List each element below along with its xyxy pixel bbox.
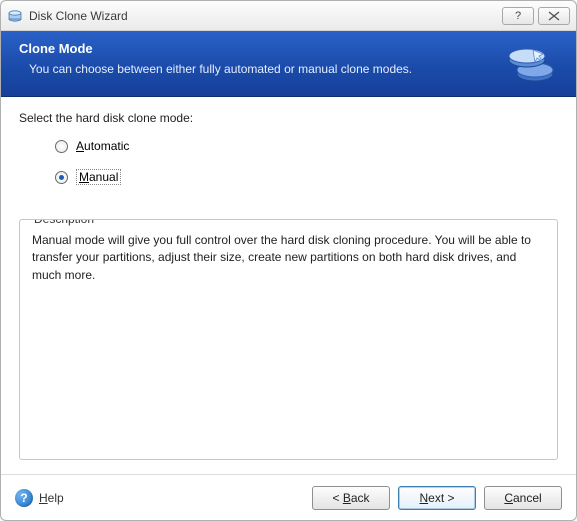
- banner-text: Clone Mode You can choose between either…: [19, 41, 502, 88]
- description-text: Manual mode will give you full control o…: [32, 232, 545, 284]
- wizard-window: Disk Clone Wizard ? Clone Mode You can c…: [0, 0, 577, 521]
- help-label: Help: [39, 491, 64, 505]
- titlebar: Disk Clone Wizard ?: [1, 1, 576, 31]
- banner-title: Clone Mode: [19, 41, 502, 56]
- back-button[interactable]: < Back: [312, 486, 390, 510]
- banner-subtitle: You can choose between either fully auto…: [29, 62, 502, 76]
- clone-mode-options: Automatic Manual: [55, 139, 558, 201]
- option-manual-label: Manual: [76, 169, 121, 185]
- body: Select the hard disk clone mode: Automat…: [1, 97, 576, 474]
- help-link[interactable]: ? Help: [15, 489, 64, 507]
- radio-manual[interactable]: [55, 171, 68, 184]
- app-icon: [7, 8, 23, 24]
- radio-automatic[interactable]: [55, 140, 68, 153]
- titlebar-close-button[interactable]: [538, 7, 570, 25]
- description-legend: Description: [30, 219, 98, 226]
- description-group: Description Manual mode will give you fu…: [19, 219, 558, 460]
- disk-clone-icon: [502, 41, 560, 88]
- option-automatic-label: Automatic: [76, 139, 129, 153]
- cancel-button[interactable]: Cancel: [484, 486, 562, 510]
- window-title: Disk Clone Wizard: [29, 9, 498, 23]
- banner: Clone Mode You can choose between either…: [1, 31, 576, 97]
- titlebar-help-button[interactable]: ?: [502, 7, 534, 25]
- option-automatic[interactable]: Automatic: [55, 139, 558, 153]
- footer: ? Help < Back Next > Cancel: [1, 474, 576, 520]
- help-icon: ?: [15, 489, 33, 507]
- option-manual[interactable]: Manual: [55, 169, 558, 185]
- next-button[interactable]: Next >: [398, 486, 476, 510]
- prompt-text: Select the hard disk clone mode:: [19, 111, 558, 125]
